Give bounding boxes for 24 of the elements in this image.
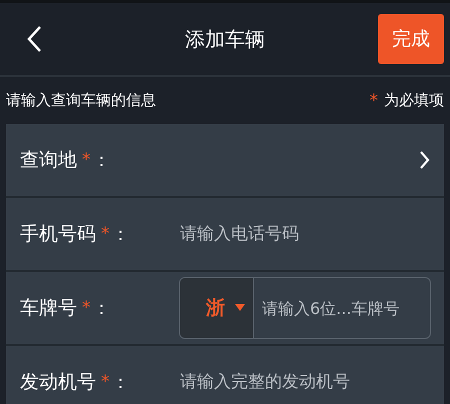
done-button[interactable]: 完成 <box>378 14 444 64</box>
required-mark: * <box>82 150 90 170</box>
required-note: 为必填项 <box>384 91 444 110</box>
province-dropdown[interactable]: 浙 <box>180 278 254 338</box>
section-hint: 请输入查询车辆的信息 <box>6 91 156 110</box>
chevron-right-icon[interactable] <box>420 151 430 169</box>
plate-input-field[interactable]: 浙 请输入6位...车牌号 <box>179 277 431 339</box>
caret-icon <box>235 304 245 312</box>
field-label: 手机号码 <box>20 222 96 247</box>
field-label: 发动机号 <box>20 370 96 395</box>
back-icon[interactable] <box>26 25 42 53</box>
field-label: 车牌号 <box>20 296 77 321</box>
colon: ： <box>112 223 130 246</box>
field-label: 查询地 <box>20 148 77 173</box>
required-mark: * <box>370 90 378 110</box>
colon: ： <box>112 371 130 394</box>
input-field[interactable]: 请输入电话号码 <box>180 224 430 244</box>
colon: ： <box>92 297 112 320</box>
required-mark: * <box>101 372 110 392</box>
colon: ： <box>92 149 112 172</box>
required-mark: * <box>101 224 110 244</box>
required-mark: * <box>82 298 90 318</box>
window-title: 添加车辆 <box>185 26 265 52</box>
input-field[interactable]: 请输入完整的发动机号 <box>180 372 430 392</box>
